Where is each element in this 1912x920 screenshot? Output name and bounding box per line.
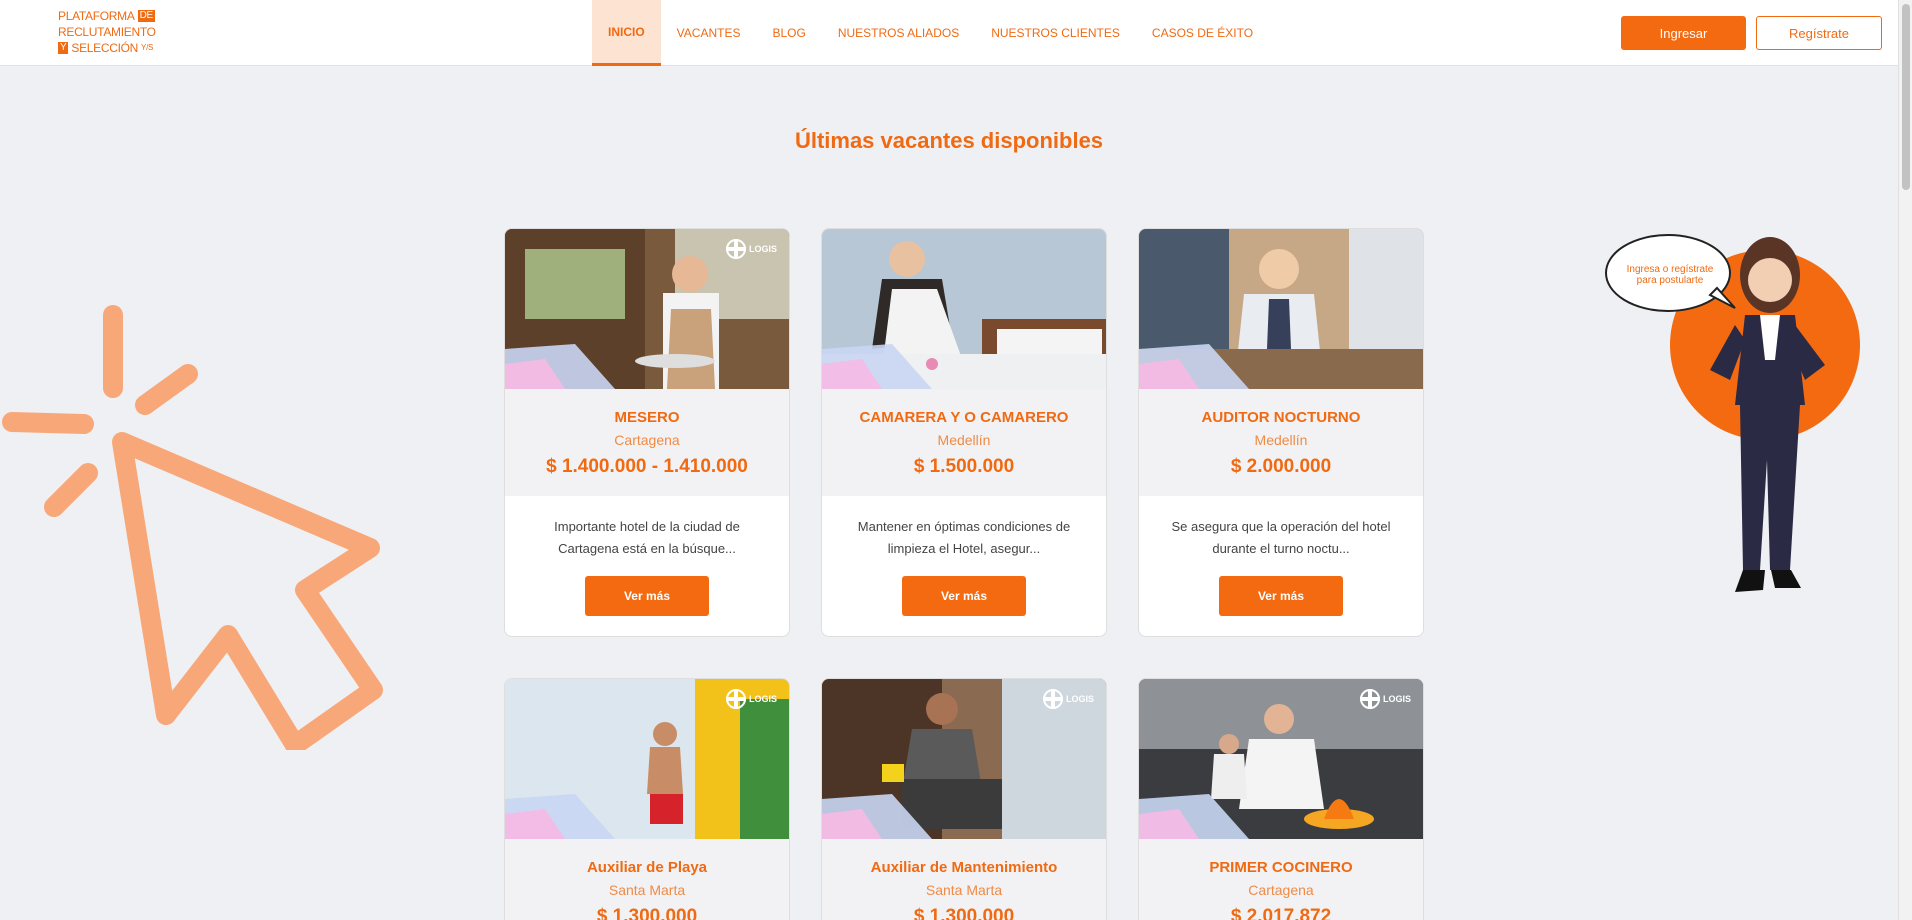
- nav-item-aliados[interactable]: NUESTROS ALIADOS: [822, 0, 975, 66]
- nav-item-inicio[interactable]: INICIO: [592, 0, 661, 66]
- badge-text: LOGIS: [748, 694, 777, 704]
- job-card-image: LOGIS: [1139, 679, 1423, 839]
- click-cursor-icon: [2, 305, 383, 750]
- job-card: LOGIS PRIMER COCINERO Cartagena $ 2.017.…: [1138, 678, 1424, 920]
- job-title: AUDITOR NOCTURNO: [1201, 409, 1361, 426]
- job-card-image: LOGIS: [822, 679, 1106, 839]
- main-nav: INICIO VACANTES BLOG NUESTROS ALIADOS NU…: [592, 0, 1269, 66]
- register-button[interactable]: Regístrate: [1756, 16, 1882, 50]
- job-title: Auxiliar de Mantenimiento: [870, 859, 1058, 876]
- view-more-button[interactable]: Ver más: [902, 576, 1026, 616]
- logis-logo-icon: [1042, 689, 1063, 709]
- badge-text: LOGIS: [748, 244, 777, 254]
- job-description: Mantener en óptimas condiciones de limpi…: [857, 519, 1071, 556]
- job-salary: $ 1.300.000: [596, 906, 698, 920]
- job-city: Cartagena: [1248, 882, 1314, 898]
- job-city: Medellín: [1254, 432, 1308, 448]
- badge-text: LOGIS: [1065, 694, 1094, 704]
- job-city: Medellín: [937, 432, 991, 448]
- nav-item-vacantes[interactable]: VACANTES: [661, 0, 757, 66]
- logo-line-3: SELECCIÓN: [71, 41, 139, 55]
- site-logo[interactable]: PLATAFORMA DE RECLUTAMIENTO Y SELECCIÓN Y/S: [58, 8, 156, 58]
- job-title: MESERO: [614, 409, 680, 426]
- nav-item-casos-exito[interactable]: CASOS DE ÉXITO: [1136, 0, 1269, 66]
- view-more-button[interactable]: Ver más: [1219, 576, 1343, 616]
- job-description: Importante hotel de la ciudad de Cartage…: [554, 519, 740, 556]
- job-title: Auxiliar de Playa: [586, 859, 708, 876]
- section-title: Últimas vacantes disponibles: [794, 128, 1104, 153]
- logis-badge: LOGIS: [725, 689, 777, 709]
- job-salary: $ 1.400.000 - 1.410.000: [546, 456, 748, 477]
- job-salary: $ 1.300.000: [913, 906, 1015, 920]
- view-more-button[interactable]: Ver más: [585, 576, 709, 616]
- logo-tiny: Y/S: [141, 43, 154, 52]
- badge-text: LOGIS: [1382, 694, 1411, 704]
- job-card: LOGIS Auxiliar de Mantenimiento Santa Ma…: [821, 678, 1107, 920]
- job-title: CAMARERA Y O CAMARERO: [859, 409, 1069, 426]
- logo-line-2: RECLUTAMIENTO: [58, 25, 156, 39]
- job-card-image: LOGIS: [505, 679, 789, 839]
- mascot-illustration[interactable]: [1605, 230, 1865, 620]
- top-header: PLATAFORMA DE RECLUTAMIENTO Y SELECCIÓN Y/S…: [0, 0, 1898, 66]
- logo-box-1: DE: [137, 10, 155, 22]
- job-title: PRIMER COCINERO: [1209, 859, 1353, 876]
- nav-item-blog[interactable]: BLOG: [756, 0, 821, 66]
- job-salary: $ 2.017.872: [1230, 906, 1332, 920]
- job-card: CAMARERA Y O CAMARERO Medellín $ 1.500.0…: [821, 228, 1107, 637]
- job-salary: $ 1.500.000: [913, 456, 1015, 477]
- job-card: LOGIS MESERO Cartagena $ 1.400.000 - 1.4…: [504, 228, 790, 637]
- logis-logo-icon: [1359, 689, 1380, 709]
- job-card: AUDITOR NOCTURNO Medellín $ 2.000.000 Se…: [1138, 228, 1424, 637]
- job-card-image: [1139, 229, 1423, 389]
- job-card-image: LOGIS: [505, 229, 789, 389]
- job-card-image: [822, 229, 1106, 389]
- job-city: Cartagena: [614, 432, 680, 448]
- scrollbar-thumb[interactable]: [1902, 4, 1910, 190]
- logo-box-2: Y: [58, 42, 69, 54]
- logis-logo-icon: [725, 689, 746, 709]
- login-button[interactable]: Ingresar: [1621, 16, 1746, 50]
- nav-item-clientes[interactable]: NUESTROS CLIENTES: [975, 0, 1136, 66]
- logis-badge: LOGIS: [725, 239, 777, 259]
- page-scrollbar[interactable]: [1898, 0, 1912, 920]
- job-city: Santa Marta: [925, 882, 1003, 898]
- job-city: Santa Marta: [608, 882, 686, 898]
- logis-badge: LOGIS: [1359, 689, 1411, 709]
- job-salary: $ 2.000.000: [1230, 456, 1332, 477]
- logo-line-1: PLATAFORMA: [58, 9, 135, 23]
- logis-badge: LOGIS: [1042, 689, 1094, 709]
- mascot-bubble-text: Ingresa o regístrate para postularte: [1626, 264, 1714, 286]
- job-card: LOGIS Auxiliar de Playa Santa Marta $ 1.…: [504, 678, 790, 920]
- logis-logo-icon: [725, 239, 746, 259]
- job-description: Se asegura que la operación del hotel du…: [1171, 519, 1391, 556]
